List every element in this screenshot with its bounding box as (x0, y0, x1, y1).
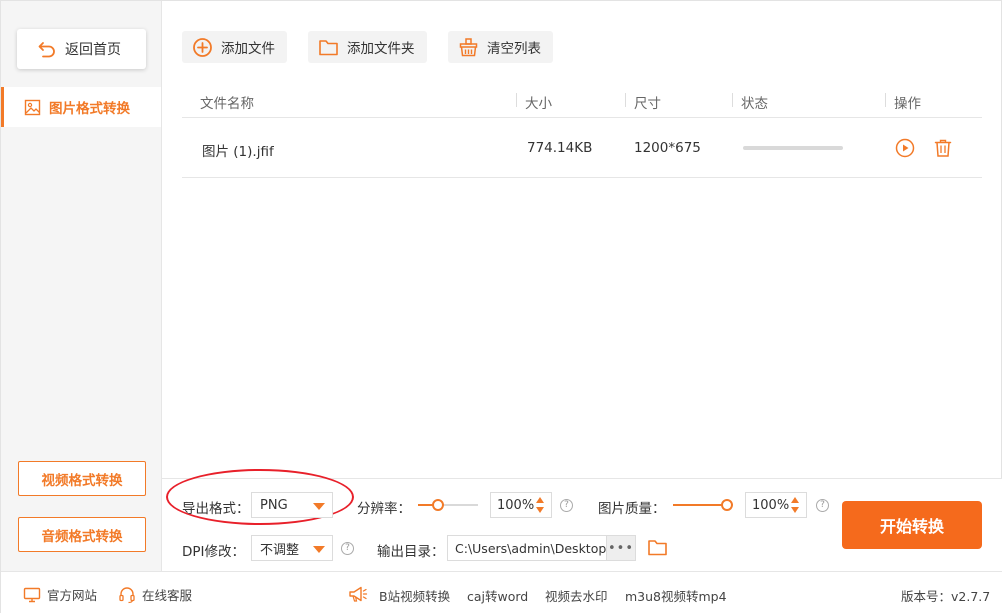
broom-basket-icon (459, 37, 478, 56)
chevron-down-icon (313, 503, 325, 510)
back-home-label: 返回首页 (65, 42, 121, 58)
output-dir-value: C:\Users\admin\Desktop\ (455, 540, 607, 556)
decrement-icon[interactable] (791, 507, 799, 513)
more-dots-icon: ••• (607, 540, 634, 556)
website-label: 官方网站 (47, 588, 98, 603)
column-divider (885, 93, 886, 107)
sidebar-item-image-convert-label: 图片格式转换 (49, 101, 130, 117)
spin-arrows (536, 497, 545, 515)
column-divider (516, 93, 517, 107)
dpi-select[interactable]: 不调整 (251, 535, 333, 561)
file-dimensions: 1200*675 (634, 140, 701, 156)
slider-track-filled (673, 504, 727, 506)
increment-icon[interactable] (791, 497, 799, 503)
video-convert-label: 视频格式转换 (41, 472, 123, 489)
audio-convert-label: 音频格式转换 (41, 528, 123, 545)
settings-panel: 导出格式： PNG 分辨率： 100 % ? 图片质量： 100 % ? DPI… (162, 469, 1002, 571)
start-convert-label: 开始转换 (879, 517, 944, 536)
quality-unit: % (776, 497, 790, 513)
slider-handle[interactable] (432, 499, 444, 511)
browse-dots-button[interactable]: ••• (606, 535, 636, 561)
dpi-help-icon[interactable]: ? (341, 542, 354, 555)
headset-icon (119, 586, 135, 603)
footer-link-remove-watermark[interactable]: 视频去水印 (545, 586, 608, 605)
app-window: 返回首页 图片格式转换 视频格式转换 音频格式转换 添加文件 添加文件夹 清空列… (0, 0, 1002, 613)
decrement-icon[interactable] (536, 507, 544, 513)
support-link[interactable]: 在线客服 (118, 585, 192, 604)
add-folder-button[interactable]: 添加文件夹 (308, 31, 427, 63)
quality-help-icon[interactable]: ? (816, 499, 829, 512)
monitor-icon (23, 587, 41, 602)
support-label: 在线客服 (142, 588, 193, 603)
export-format-value: PNG (260, 497, 288, 513)
open-folder-icon[interactable] (647, 537, 668, 558)
dpi-label: DPI修改： (182, 544, 246, 560)
quality-slider[interactable] (673, 499, 733, 511)
play-icon[interactable] (894, 137, 916, 159)
video-convert-button[interactable]: 视频格式转换 (18, 461, 146, 496)
dpi-value: 不调整 (260, 542, 300, 558)
add-folder-label: 添加文件夹 (347, 41, 415, 57)
add-file-label: 添加文件 (221, 41, 275, 57)
back-home-button[interactable]: 返回首页 (17, 29, 146, 69)
column-header-name: 文件名称 (200, 96, 254, 112)
file-size: 774.14KB (527, 140, 593, 156)
column-divider (625, 93, 626, 107)
quality-label: 图片质量： (598, 501, 666, 517)
megaphone-icon (349, 586, 368, 602)
resolution-slider[interactable] (418, 499, 478, 511)
clear-list-label: 清空列表 (487, 41, 541, 57)
start-convert-button[interactable]: 开始转换 (842, 501, 982, 549)
slider-handle[interactable] (721, 499, 733, 511)
resolution-help-icon[interactable]: ? (560, 499, 573, 512)
sidebar-item-image-convert[interactable]: 图片格式转换 (1, 87, 161, 127)
file-table: 文件名称 大小 尺寸 状态 操作 图片 (1).jfif 774.14KB 12… (182, 83, 982, 178)
resolution-spinbox[interactable]: 100 % (490, 492, 552, 518)
export-format-select[interactable]: PNG (251, 492, 333, 518)
slider-track-empty (438, 504, 478, 506)
resolution-value: 100 (497, 497, 522, 513)
output-dir-label: 输出目录： (377, 544, 445, 560)
spin-arrows (791, 497, 800, 515)
version-text: 版本号：v2.7.7 (901, 589, 991, 604)
column-divider (732, 93, 733, 107)
add-file-button[interactable]: 添加文件 (182, 31, 287, 63)
table-header: 文件名称 大小 尺寸 状态 操作 (182, 83, 982, 118)
trash-icon[interactable] (932, 137, 954, 159)
resolution-label: 分辨率： (357, 501, 411, 517)
column-header-status: 状态 (741, 96, 768, 112)
audio-convert-button[interactable]: 音频格式转换 (18, 517, 146, 552)
column-header-size: 大小 (525, 96, 552, 112)
folder-icon (319, 39, 338, 55)
chevron-down-icon (313, 546, 325, 553)
quality-value: 100 (752, 497, 777, 513)
footer-link-bilibili[interactable]: B站视频转换 (379, 586, 450, 605)
footer-link-m3u8-mp4[interactable]: m3u8视频转mp4 (625, 586, 727, 605)
increment-icon[interactable] (536, 497, 544, 503)
output-dir-input[interactable]: C:\Users\admin\Desktop\ (447, 535, 607, 561)
quality-spinbox[interactable]: 100 % (745, 492, 807, 518)
back-arrow-icon (38, 42, 55, 58)
image-icon (24, 99, 41, 115)
plus-circle-icon (193, 37, 212, 57)
column-header-actions: 操作 (894, 96, 921, 112)
file-name: 图片 (1).jfif (202, 144, 274, 160)
column-header-dimensions: 尺寸 (634, 96, 661, 112)
clear-list-button[interactable]: 清空列表 (448, 31, 553, 63)
export-format-label: 导出格式： (182, 501, 250, 517)
table-row: 图片 (1).jfif 774.14KB 1200*675 (182, 118, 982, 178)
website-link[interactable]: 官方网站 (23, 585, 97, 604)
status-progress-bar (743, 146, 843, 150)
footer-link-caj-word[interactable]: caj转word (467, 586, 528, 605)
resolution-unit: % (521, 497, 535, 513)
footer-bar: 官方网站 在线客服 B站视频转换 caj转word 视频去水印 m3u8视频转m… (1, 571, 1002, 613)
sidebar: 返回首页 图片格式转换 视频格式转换 音频格式转换 (1, 1, 162, 571)
